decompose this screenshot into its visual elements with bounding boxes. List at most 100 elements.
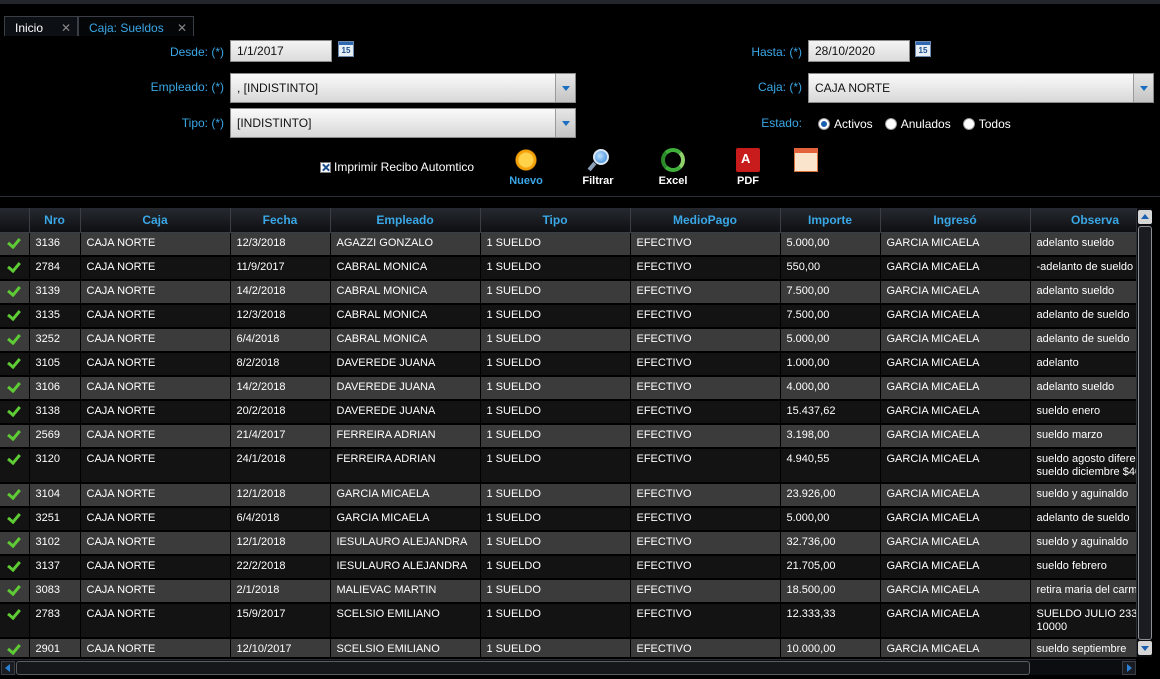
tipo-select[interactable]: [INDISTINTO] xyxy=(230,108,576,138)
table-row[interactable]: 3252 CAJA NORTE 6/4/2018 CABRAL MONICA 1 SUE… xyxy=(0,328,1136,353)
table-row[interactable]: 2901 CAJA NORTE 12/10/2017 SCELSIO EMILIANO… xyxy=(0,638,1136,657)
table-row[interactable]: 2783 CAJA NORTE 15/9/2017 SCELSIO EMILIANO 1… xyxy=(0,603,1136,639)
importe-cell: 5.000,00 xyxy=(780,328,881,353)
horizontal-scrollbar[interactable] xyxy=(0,659,1136,675)
mediopago-cell: EFECTIVO xyxy=(630,280,781,305)
scroll-down-icon[interactable] xyxy=(1138,641,1152,655)
radio-todos-label[interactable]: Todos xyxy=(979,117,1011,131)
table-row[interactable]: 3137 CAJA NORTE 22/2/2018 IESULAURO ALEJAND… xyxy=(0,555,1136,580)
vertical-scrollbar[interactable] xyxy=(1136,208,1152,657)
empleado-select[interactable]: , [INDISTINTO] xyxy=(230,73,576,103)
radio-todos[interactable] xyxy=(962,118,975,130)
column-header-ingreso[interactable]: Ingresó xyxy=(880,208,1031,233)
checkmark-icon xyxy=(7,258,22,274)
nuevo-button[interactable]: Nuevo xyxy=(496,148,556,187)
fecha-cell: 22/2/2018 xyxy=(230,555,331,580)
tipo-cell: 1 SUELDO xyxy=(480,579,631,604)
caja-cell: CAJA NORTE xyxy=(80,232,231,257)
table-row[interactable]: 3136 CAJA NORTE 12/3/2018 AGAZZI GONZALO 1 S… xyxy=(0,232,1136,257)
calendar-icon xyxy=(794,148,818,172)
calendar-icon[interactable]: 15 xyxy=(915,41,931,57)
tipo-label: Tipo: (*) xyxy=(181,116,224,130)
excel-label: Excel xyxy=(658,175,688,187)
hasta-date-input[interactable]: 28/10/2020 xyxy=(808,40,910,62)
tipo-cell: 1 SUELDO xyxy=(480,232,631,257)
scroll-right-icon[interactable] xyxy=(1122,661,1136,675)
column-header-status[interactable] xyxy=(0,208,30,233)
status-cell xyxy=(0,280,30,305)
checkmark-icon xyxy=(7,509,22,525)
scroll-left-icon[interactable] xyxy=(1,661,15,675)
mediopago-cell: EFECTIVO xyxy=(630,424,781,449)
empleado-cell: FERREIRA ADRIAN xyxy=(330,448,481,484)
column-header-empleado[interactable]: Empleado xyxy=(330,208,481,233)
nro-cell: 3106 xyxy=(29,376,81,401)
column-header-caja[interactable]: Caja xyxy=(80,208,231,233)
print-receipt-checkbox[interactable]: Imprimir Recibo Automtico xyxy=(320,160,474,174)
radio-anulados[interactable] xyxy=(884,118,897,130)
table-row[interactable]: 3135 CAJA NORTE 12/3/2018 CABRAL MONICA 1 SU… xyxy=(0,304,1136,329)
nro-cell: 2783 xyxy=(29,603,81,639)
nro-cell: 3105 xyxy=(29,352,81,377)
table-row[interactable]: 3106 CAJA NORTE 14/2/2018 DAVEREDE JUANA 1 S… xyxy=(0,376,1136,401)
nro-cell: 2901 xyxy=(29,638,81,657)
chevron-down-icon[interactable] xyxy=(1133,74,1153,102)
horizontal-scroll-thumb[interactable] xyxy=(16,661,1030,675)
observaciones-cell: -adelanto de sueldo xyxy=(1030,256,1136,281)
table-row[interactable]: 3105 CAJA NORTE 8/2/2018 DAVEREDE JUANA 1 SU… xyxy=(0,352,1136,377)
calendar-icon[interactable]: 15 xyxy=(338,41,354,57)
mediopago-cell: EFECTIVO xyxy=(630,256,781,281)
excel-button[interactable]: Excel xyxy=(643,148,703,187)
table-row[interactable]: 3139 CAJA NORTE 14/2/2018 CABRAL MONICA 1 SU… xyxy=(0,280,1136,305)
table-row[interactable]: 3104 CAJA NORTE 12/1/2018 GARCIA MICAELA 1 S… xyxy=(0,483,1136,508)
radio-anulados-label[interactable]: Anulados xyxy=(901,117,951,131)
vertical-scroll-thumb[interactable] xyxy=(1138,226,1152,640)
scroll-up-icon[interactable] xyxy=(1138,210,1152,224)
column-header-importe[interactable]: Importe xyxy=(780,208,881,233)
tipo-cell: 1 SUELDO xyxy=(480,328,631,353)
pdf-button[interactable]: PDF xyxy=(718,148,778,187)
radio-activos-label[interactable]: Activos xyxy=(834,117,873,131)
observaciones-cell: adelanto sueldo xyxy=(1030,232,1136,257)
mediopago-cell: EFECTIVO xyxy=(630,400,781,425)
importe-cell: 23.926,00 xyxy=(780,483,881,508)
caja-select[interactable]: CAJA NORTE xyxy=(808,73,1154,103)
tipo-cell: 1 SUELDO xyxy=(480,376,631,401)
table-row[interactable]: 2569 CAJA NORTE 21/4/2017 FERREIRA ADRIAN 1 … xyxy=(0,424,1136,449)
table-row[interactable]: 3120 CAJA NORTE 24/1/2018 FERREIRA ADRIAN 1 … xyxy=(0,448,1136,484)
table-row[interactable]: 2784 CAJA NORTE 11/9/2017 CABRAL MONICA 1 SU… xyxy=(0,256,1136,281)
caja-label: Caja: (*) xyxy=(757,80,802,94)
status-cell xyxy=(0,531,30,556)
chevron-down-icon[interactable] xyxy=(555,74,575,102)
column-header-fecha[interactable]: Fecha xyxy=(230,208,331,233)
table-row[interactable]: 3138 CAJA NORTE 20/2/2018 DAVEREDE JUANA 1 S… xyxy=(0,400,1136,425)
importe-cell: 7.500,00 xyxy=(780,280,881,305)
tipo-cell: 1 SUELDO xyxy=(480,603,631,639)
table-row[interactable]: 3251 CAJA NORTE 6/4/2018 GARCIA MICAELA 1 SU… xyxy=(0,507,1136,532)
status-cell xyxy=(0,555,30,580)
column-header-observaciones[interactable]: Observa xyxy=(1030,208,1136,233)
checkbox-checked-icon[interactable] xyxy=(320,161,331,173)
table-row[interactable]: 3102 CAJA NORTE 12/1/2018 IESULAURO ALEJAND… xyxy=(0,531,1136,556)
table-body: 3136 CAJA NORTE 12/3/2018 AGAZZI GONZALO 1 S… xyxy=(0,232,1136,657)
divider xyxy=(0,196,1160,197)
table-row[interactable]: 3083 CAJA NORTE 2/1/2018 MALIEVAC MARTIN 1 S… xyxy=(0,579,1136,604)
filtrar-button[interactable]: Filtrar xyxy=(568,148,628,187)
column-header-mediopago[interactable]: MedioPago xyxy=(630,208,781,233)
chevron-down-icon[interactable] xyxy=(555,109,575,137)
fecha-cell: 14/2/2018 xyxy=(230,376,331,401)
status-cell xyxy=(0,638,30,657)
nro-cell: 3138 xyxy=(29,400,81,425)
desde-date-input[interactable]: 1/1/2017 xyxy=(230,40,332,62)
empleado-cell: CABRAL MONICA xyxy=(330,304,481,329)
column-header-tipo[interactable]: Tipo xyxy=(480,208,631,233)
empleado-cell: IESULAURO ALEJANDRA xyxy=(330,555,481,580)
tipo-cell: 1 SUELDO xyxy=(480,352,631,377)
radio-activos[interactable] xyxy=(818,118,830,130)
status-cell xyxy=(0,507,30,532)
data-grid: Nro Caja Fecha Empleado Tipo MedioPago Importe… xyxy=(0,208,1136,657)
calendar-button[interactable] xyxy=(776,148,836,175)
column-header-nro[interactable]: Nro xyxy=(29,208,81,233)
observaciones-cell: adelanto sueldo xyxy=(1030,376,1136,401)
importe-cell: 4.940,55 xyxy=(780,448,881,484)
